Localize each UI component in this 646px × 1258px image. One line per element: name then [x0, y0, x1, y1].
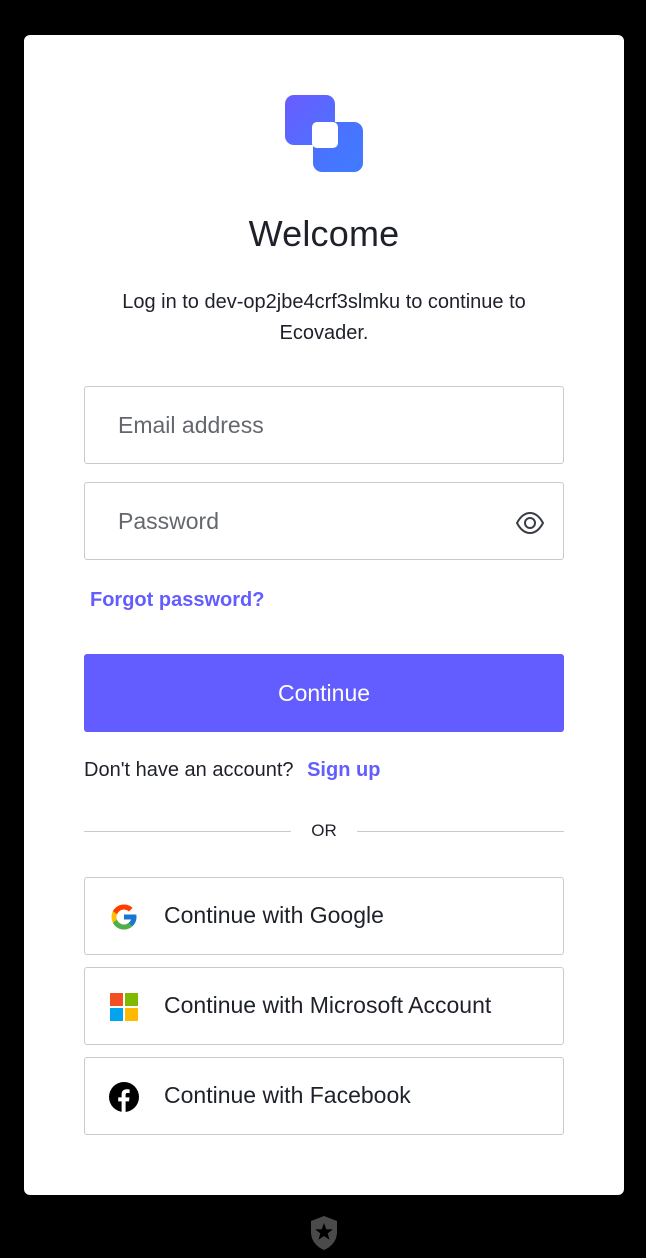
signup-prompt: Don't have an account?	[84, 759, 294, 781]
microsoft-icon	[110, 993, 138, 1021]
continue-with-facebook-button[interactable]: Continue with Facebook	[84, 1057, 564, 1135]
continue-with-google-button[interactable]: Continue with Google	[84, 877, 564, 955]
login-description: Log in to dev-op2jbe4crf3slmku to contin…	[122, 291, 526, 344]
facebook-icon	[109, 1082, 139, 1112]
google-button-label: Continue with Google	[164, 902, 384, 928]
continue-button[interactable]: Continue	[84, 654, 564, 732]
or-divider: OR	[84, 819, 564, 843]
continue-with-microsoft-button[interactable]: Continue with Microsoft Account	[84, 967, 564, 1045]
page-title: Welcome	[248, 213, 400, 254]
login-card: Welcome Log in to dev-op2jbe4crf3slmku t…	[24, 35, 624, 1195]
forgot-password-link[interactable]: Forgot password?	[90, 589, 264, 612]
signup-link[interactable]: Sign up	[307, 759, 380, 781]
facebook-button-label: Continue with Facebook	[164, 1082, 411, 1108]
password-input[interactable]	[85, 483, 563, 559]
email-field-container	[84, 386, 564, 464]
divider-line-right	[357, 831, 564, 832]
auth0-shield-icon	[311, 1216, 337, 1250]
signup-row: Don't have an account? Sign up	[84, 759, 380, 782]
microsoft-button-label: Continue with Microsoft Account	[164, 992, 492, 1018]
google-icon	[111, 904, 137, 930]
app-logo-icon	[285, 95, 363, 172]
email-input[interactable]	[85, 387, 563, 463]
eye-icon[interactable]	[515, 508, 545, 538]
password-field-container	[84, 482, 564, 560]
